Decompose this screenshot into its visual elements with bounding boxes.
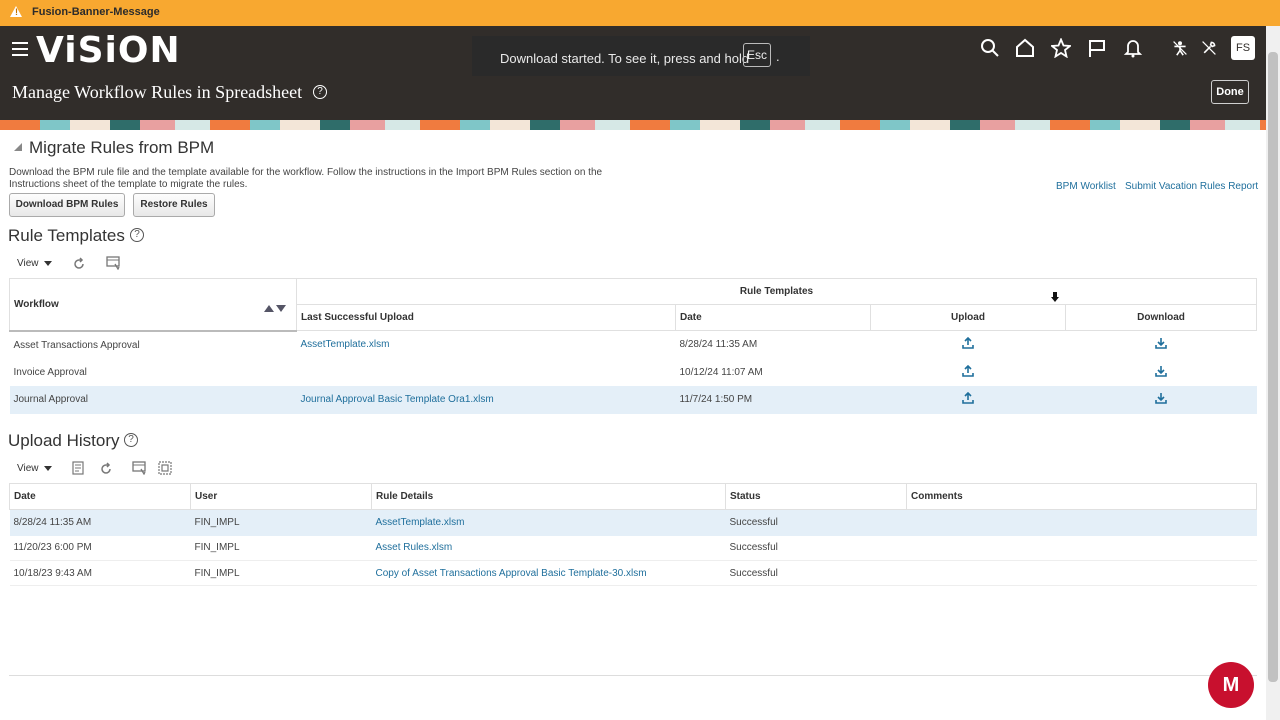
rule-details-link[interactable]: AssetTemplate.xlsm [376,517,465,528]
export-icon[interactable] [72,461,86,475]
col-comments[interactable]: Comments [906,483,1257,510]
search-icon[interactable] [980,38,1000,58]
mcafee-shield-icon[interactable]: M [1208,662,1254,708]
rule-details-link[interactable]: Copy of Asset Transactions Approval Basi… [376,568,647,579]
refresh-icon[interactable] [99,462,113,476]
cell-comments [906,509,1257,536]
cell-workflow: Invoice Approval [13,366,87,378]
upload-icon[interactable] [962,391,974,404]
col-date[interactable]: Date [9,483,191,510]
view-menu-label: View [17,258,39,269]
tools-icon[interactable] [1201,40,1217,56]
fusion-banner: ! Fusion-Banner-Message [0,0,1280,26]
notifications-bell-icon[interactable] [1123,38,1143,58]
migrate-section-heading: Migrate Rules from BPM [29,138,215,157]
cell-status: Successful [725,509,907,536]
watchlist-flag-icon[interactable] [1087,38,1107,58]
warning-mark: ! [15,7,18,17]
esc-key: Esc [743,43,771,67]
col-rule-details[interactable]: Rule Details [371,483,726,510]
upload-history-table: Date User Rule Details Status Comments 8… [9,483,1257,586]
cell-status: Successful [729,567,778,579]
page-title: Manage Workflow Rules in Spreadsheet [12,82,303,102]
cell-date: 11/7/24 1:50 PM [675,385,871,414]
table-row[interactable]: Invoice Approval 10/12/24 11:07 AM [10,359,1257,386]
table-row[interactable]: Journal Approval Journal Approval Basic … [9,385,1257,414]
cell-date: 8/28/24 11:35 AM [9,509,191,536]
col-download: Download [1065,304,1257,331]
table-row[interactable]: Asset Transactions Approval AssetTemplat… [10,331,1257,359]
view-menu[interactable]: View [17,463,52,474]
table-row[interactable]: 10/18/23 9:43 AM FIN_IMPL Copy of Asset … [9,561,1257,586]
favorites-star-icon[interactable] [1049,37,1073,59]
banner-message: Fusion-Banner-Message [32,6,160,18]
cell-date: 11/20/23 6:00 PM [13,542,92,554]
footer-divider [9,675,1257,676]
cell-date: 8/28/24 11:35 AM [679,339,758,351]
col-last-successful-upload[interactable]: Last Successful Upload [296,304,676,331]
col-user[interactable]: User [190,483,372,510]
bpm-worklist-link[interactable]: BPM Worklist [1056,181,1116,192]
file-link[interactable]: AssetTemplate.xlsm [301,339,390,350]
global-header: ViSiON Download started. To see it, pres… [0,26,1266,120]
collapse-triangle-icon[interactable] [14,143,22,151]
cell-status: Successful [729,542,778,554]
col-date[interactable]: Date [675,304,871,331]
rule-templates-heading: Rule Templates [8,226,125,245]
toast-text: Download started. To see it, press and h… [500,51,750,66]
rule-templates-table: Workflow Rule Templates Last Successful … [9,278,1257,414]
table-row[interactable]: 8/28/24 11:35 AM FIN_IMPL AssetTemplate.… [9,509,1257,536]
table-row[interactable]: 11/20/23 6:00 PM FIN_IMPL Asset Rules.xl… [9,536,1257,561]
vision-logo[interactable]: ViSiON [36,30,181,71]
upload-icon[interactable] [962,337,974,350]
upload-history-heading: Upload History [8,431,120,450]
decorative-band [0,120,1266,130]
col-upload: Upload [870,304,1066,331]
help-icon[interactable]: ? [130,228,144,242]
download-icon[interactable] [1155,365,1167,377]
user-avatar[interactable]: FS [1231,36,1255,60]
vacation-rules-report-link[interactable]: Submit Vacation Rules Report [1125,181,1258,192]
rule-details-link[interactable]: Asset Rules.xlsm [376,542,453,553]
cell-user: FIN_IMPL [194,567,240,579]
sort-toggle-icon[interactable] [264,299,286,317]
page-scrollbar[interactable] [1266,26,1280,720]
freeze-columns-icon[interactable] [106,256,120,271]
col-status[interactable]: Status [725,483,907,510]
caret-down-icon [43,465,52,471]
download-bpm-rules-button[interactable]: Download BPM Rules [9,193,125,217]
done-button[interactable]: Done [1211,80,1249,104]
mouse-cursor-icon [1051,292,1059,302]
help-icon[interactable]: ? [124,433,138,447]
menu-icon[interactable] [12,42,28,56]
restore-rules-button[interactable]: Restore Rules [133,193,215,217]
upload-icon[interactable] [962,364,974,377]
cell-workflow: Asset Transactions Approval [13,339,140,351]
scrollbar-thumb[interactable] [1268,52,1278,682]
cell-user: FIN_IMPL [194,542,240,554]
caret-down-icon [43,260,52,266]
download-toast: Download started. To see it, press and h… [472,36,810,76]
home-icon[interactable] [1015,38,1035,58]
refresh-icon[interactable] [72,257,86,271]
cell-date: 10/12/24 11:07 AM [679,366,763,378]
view-menu[interactable]: View [17,258,52,269]
col-workflow[interactable]: Workflow [9,278,297,332]
cell-workflow: Journal Approval [9,385,297,414]
group-header-rule-templates: Rule Templates [296,278,1257,305]
freeze-columns-icon[interactable] [132,461,146,476]
download-icon[interactable] [1155,337,1167,350]
file-link[interactable]: Journal Approval Basic Template Ora1.xls… [301,394,494,405]
cell-user: FIN_IMPL [190,509,372,536]
download-icon[interactable] [1155,392,1167,404]
cell-date: 10/18/23 9:43 AM [13,567,92,579]
toast-suffix: . [776,49,780,64]
cell-comments [907,536,1257,561]
cell-comments [907,561,1257,586]
accessibility-icon[interactable] [1172,40,1188,56]
view-menu-label: View [17,463,39,474]
migrate-description: Download the BPM rule file and the templ… [9,167,603,190]
help-icon[interactable]: ? [313,85,327,99]
detach-icon[interactable] [158,461,172,475]
